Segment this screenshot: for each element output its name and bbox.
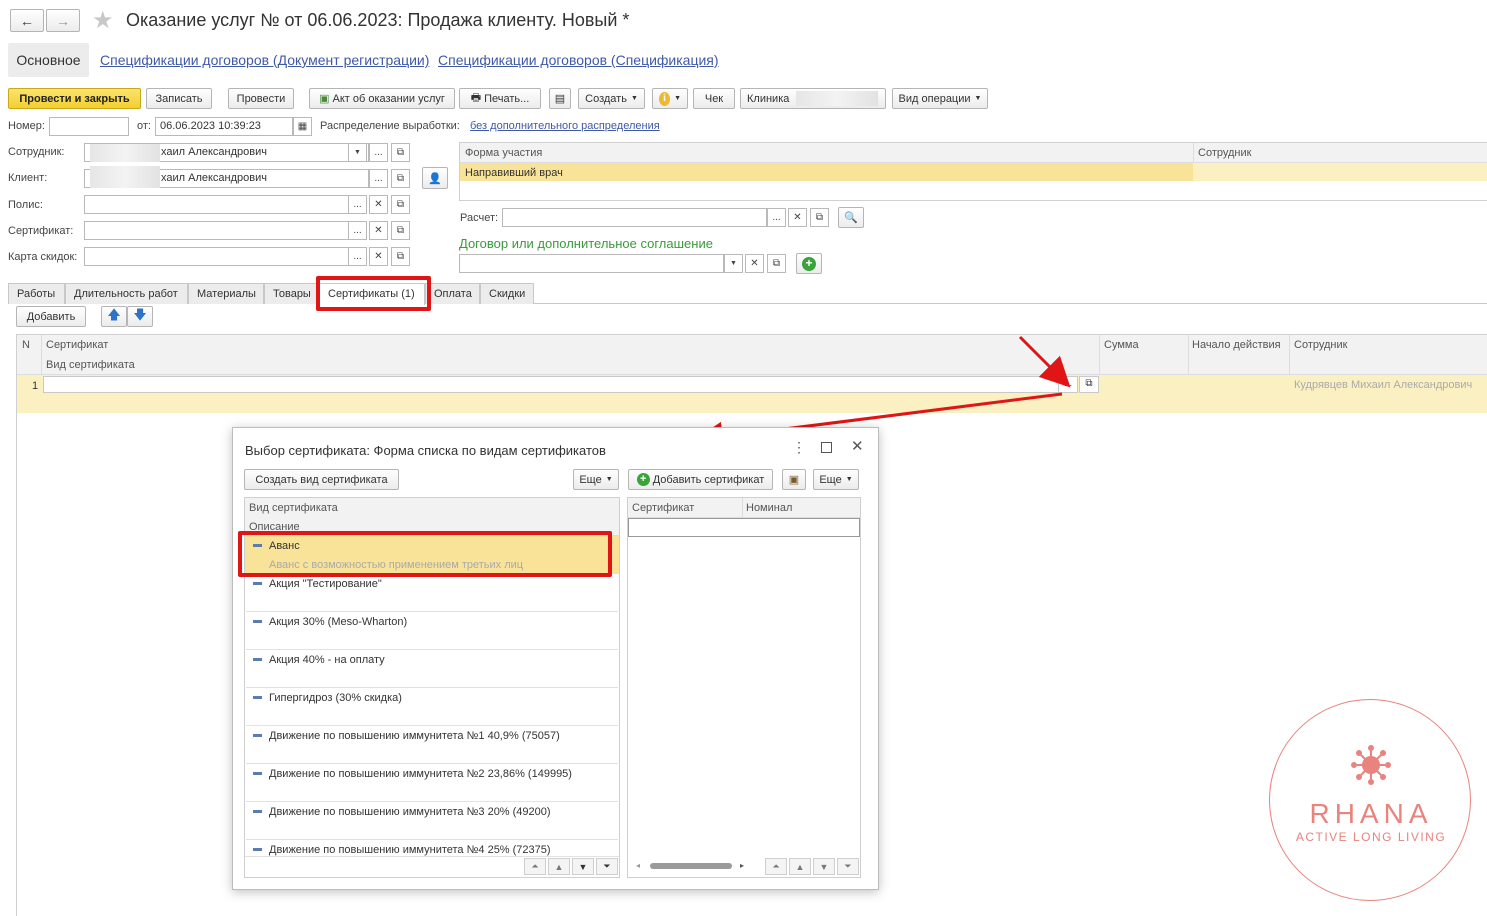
col-certificate: Сертификат [632, 502, 695, 514]
item-icon [253, 658, 262, 661]
book-icon: ▣ [788, 474, 800, 486]
list-item[interactable]: Движение по повышению иммунитета №4 25% … [246, 840, 618, 856]
list-item[interactable]: Акция 30% (Meso-Wharton) [246, 612, 618, 650]
more-left-label: Еще [579, 473, 602, 486]
create-certificate-kind-button[interactable]: Создать вид сертификата [244, 469, 399, 490]
item-icon [253, 848, 262, 851]
virus-icon [1351, 745, 1391, 785]
list-item[interactable]: Акция "Тестирование" [246, 574, 618, 612]
close-icon[interactable]: ✕ [851, 437, 864, 455]
chevron-down-icon: ▼ [605, 476, 613, 483]
maximize-icon[interactable] [821, 442, 832, 453]
scroll-down-button[interactable]: ▼ [572, 858, 594, 875]
list-item-name: Движение по повышению иммунитета №3 20% … [269, 806, 551, 818]
list-item-name: Движение по повышению иммунитета №4 25% … [269, 844, 551, 856]
plus-circle-icon: + [636, 473, 650, 486]
list-item[interactable]: Акция 40% - на оплату [246, 650, 618, 688]
scroll-top-button[interactable]: ⏶ [765, 858, 787, 875]
certificate-report-button[interactable]: ▣ [782, 469, 806, 490]
list-item[interactable]: Гипергидроз (30% скидка) [246, 688, 618, 726]
item-icon [253, 696, 262, 699]
dialog-title: Выбор сертификата: Форма списка по видам… [245, 443, 606, 458]
col-certificate-kind: Вид сертификата [249, 502, 338, 514]
scroll-top-button[interactable]: ⏶ [524, 858, 546, 875]
scroll-up-button[interactable]: ▲ [548, 858, 570, 875]
avans-highlight [238, 531, 612, 577]
scroll-down-button[interactable]: ▼ [813, 858, 835, 875]
list-item[interactable]: Движение по повышению иммунитета №1 40,9… [246, 726, 618, 764]
more-right-label: Еще [819, 473, 842, 486]
item-icon [253, 810, 262, 813]
logo-tagline: ACTIVE LONG LIVING [1295, 830, 1447, 844]
table-row[interactable] [628, 518, 860, 537]
item-icon [253, 734, 262, 737]
list-item-name: Движение по повышению иммунитета №1 40,9… [269, 730, 560, 742]
item-icon [253, 582, 262, 585]
add-certificate-button[interactable]: + Добавить сертификат [628, 469, 773, 490]
certificates-list: Сертификат Номинал [627, 497, 861, 878]
item-icon [253, 772, 262, 775]
list-item-name: Акция 30% (Meso-Wharton) [269, 616, 408, 628]
more-left-button[interactable]: Еще ▼ [573, 469, 619, 490]
chevron-down-icon: ▼ [845, 476, 853, 483]
item-icon [253, 620, 262, 623]
logo-brand: RHANA [1309, 798, 1433, 829]
column-divider [742, 498, 743, 518]
list-item-name: Акция 40% - на оплату [269, 654, 385, 666]
list-item-name: Гипергидроз (30% скидка) [269, 692, 402, 704]
col-nominal: Номинал [746, 502, 793, 514]
scroll-left-icon[interactable]: ◂ [636, 861, 640, 870]
more-right-button[interactable]: Еще ▼ [813, 469, 859, 490]
list-item[interactable]: Движение по повышению иммунитета №2 23,8… [246, 764, 618, 802]
scroll-bottom-button[interactable]: ⏷ [837, 858, 859, 875]
more-vertical-icon[interactable]: ⋮ [792, 439, 806, 456]
list-item-name: Акция "Тестирование" [269, 578, 382, 590]
scroll-right-icon[interactable]: ▸ [740, 861, 744, 870]
scroll-up-button[interactable]: ▲ [789, 858, 811, 875]
list-item-name: Движение по повышению иммунитета №2 23,8… [269, 768, 572, 780]
scroll-bottom-button[interactable]: ⏷ [596, 858, 618, 875]
list-item[interactable]: Движение по повышению иммунитета №3 20% … [246, 802, 618, 840]
arrow-to-select-button [1018, 335, 1071, 388]
horizontal-scrollbar[interactable] [650, 863, 732, 869]
add-certificate-label: Добавить сертификат [652, 473, 765, 486]
rhana-logo: RHANA ACTIVE LONG LIVING [1269, 699, 1471, 901]
